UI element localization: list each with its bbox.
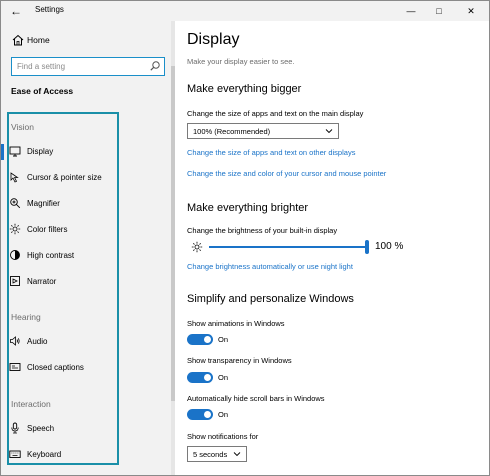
main-content: Display Make your display easier to see.… [175, 21, 489, 475]
transparency-toggle[interactable] [187, 372, 213, 383]
sidebar-item-label: Display [27, 147, 54, 156]
microphone-icon [11, 422, 19, 434]
group-label-vision: Vision [11, 122, 34, 132]
transparency-label: Show transparency in Windows [187, 356, 292, 365]
sidebar-item-magnifier[interactable]: Magnifier [1, 194, 171, 214]
home-icon [12, 34, 24, 46]
sidebar-item-narrator[interactable]: Narrator [1, 272, 171, 292]
notifications-dropdown[interactable]: 5 seconds [187, 446, 247, 462]
sidebar-item-keyboard[interactable]: Keyboard [1, 445, 171, 465]
chevron-down-icon [233, 452, 241, 457]
slider-track[interactable] [209, 246, 367, 248]
animations-state: On [218, 335, 229, 344]
search-icon[interactable] [149, 60, 161, 72]
sun-icon [191, 241, 203, 253]
sidebar-item-audio[interactable]: Audio [1, 332, 171, 352]
brightness-slider[interactable]: 100 % [187, 239, 407, 255]
home-label: Home [27, 35, 50, 45]
dropdown-value: 5 seconds [193, 450, 228, 459]
section-heading-bigger: Make everything bigger [187, 83, 302, 95]
sidebar-item-high-contrast[interactable]: High contrast [1, 246, 171, 266]
other-displays-link[interactable]: Change the size of apps and text on othe… [187, 148, 355, 157]
sidebar-item-speech[interactable]: Speech [1, 419, 171, 439]
page-subtitle: Make your display easier to see. [187, 57, 295, 66]
sidebar-item-label: Color filters [27, 225, 68, 234]
toggle-knob [204, 336, 211, 343]
selection-indicator [1, 144, 4, 160]
sidebar-item-closed-captions[interactable]: Closed captions [1, 358, 171, 378]
sidebar-item-label: Keyboard [27, 450, 62, 459]
maximize-button[interactable]: □ [425, 2, 453, 20]
scrollbars-state: On [218, 410, 229, 419]
sidebar-item-display[interactable]: Display [1, 142, 171, 162]
toggle-knob [204, 374, 211, 381]
sidebar-item-label: High contrast [27, 251, 75, 260]
sidebar-item-color-filters[interactable]: Color filters [1, 220, 171, 240]
group-label-interaction: Interaction [11, 399, 51, 409]
text-size-dropdown[interactable]: 100% (Recommended) [187, 123, 339, 139]
chevron-down-icon [325, 129, 333, 134]
cursor-pointer-link[interactable]: Change the size and color of your cursor… [187, 169, 386, 178]
animations-toggle[interactable] [187, 334, 213, 345]
dropdown-value: 100% (Recommended) [193, 127, 271, 136]
captions-icon [9, 363, 21, 371]
sidebar-item-cursor[interactable]: Cursor & pointer size [1, 168, 171, 188]
settings-window: ← Settings — □ ✕ Home Find a setting Eas… [0, 0, 490, 476]
minimize-button[interactable]: — [397, 2, 425, 20]
section-heading: Ease of Access [11, 86, 74, 96]
cursor-icon [10, 172, 19, 183]
color-filter-icon [9, 223, 21, 235]
sidebar: Home Find a setting Ease of Access Visio… [1, 21, 175, 475]
brightness-value: 100 % [375, 241, 404, 252]
toggle-knob [204, 411, 211, 418]
page-title: Display [187, 31, 240, 48]
slider-thumb[interactable] [365, 240, 369, 254]
search-placeholder: Find a setting [17, 62, 66, 71]
section-heading-simplify: Simplify and personalize Windows [187, 293, 354, 305]
home-link[interactable]: Home [1, 31, 171, 51]
brightness-label: Change the brightness of your built-in d… [187, 226, 338, 235]
window-title: Settings [35, 5, 64, 14]
sidebar-item-label: Closed captions [27, 363, 84, 372]
sidebar-item-label: Speech [27, 424, 55, 433]
group-label-hearing: Hearing [11, 312, 41, 322]
sidebar-item-label: Magnifier [27, 199, 60, 208]
search-input[interactable]: Find a setting [11, 57, 165, 76]
narrator-icon [10, 276, 20, 286]
sidebar-item-label: Narrator [27, 277, 57, 286]
back-arrow-icon[interactable]: ← [7, 2, 25, 20]
section-heading-brighter: Make everything brighter [187, 202, 309, 214]
sidebar-item-label: Audio [27, 337, 48, 346]
sidebar-item-label: Cursor & pointer size [27, 173, 102, 182]
transparency-state: On [218, 373, 229, 382]
magnifier-icon [10, 198, 21, 209]
close-button[interactable]: ✕ [457, 2, 485, 20]
night-light-link[interactable]: Change brightness automatically or use n… [187, 262, 353, 271]
title-bar: ← Settings — □ ✕ [1, 1, 489, 21]
animations-label: Show animations in Windows [187, 319, 285, 328]
text-size-label: Change the size of apps and text on the … [187, 109, 364, 118]
scrollbars-toggle[interactable] [187, 409, 213, 420]
speaker-icon [10, 336, 20, 346]
contrast-icon [10, 250, 20, 260]
notifications-label: Show notifications for [187, 432, 259, 441]
scrollbars-label: Automatically hide scroll bars in Window… [187, 394, 325, 403]
keyboard-icon [9, 450, 21, 458]
monitor-icon [9, 146, 21, 157]
